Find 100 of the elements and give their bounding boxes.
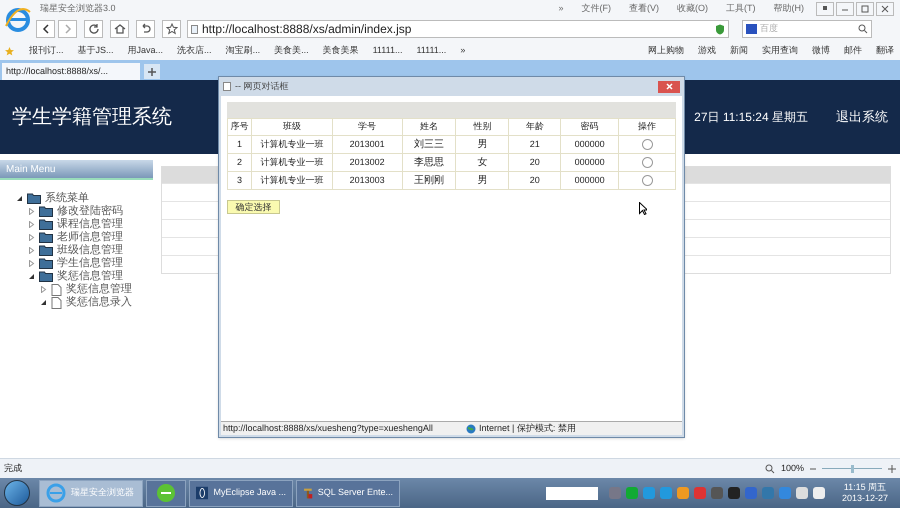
table-cell: 2 [228, 154, 252, 172]
tree-item[interactable]: 课程信息管理 [57, 219, 123, 230]
table-cell: 20 [508, 154, 561, 172]
close-icon[interactable] [876, 2, 894, 16]
folder-icon [39, 206, 53, 217]
table-cell: 刘三三 [402, 136, 456, 154]
new-tab-icon[interactable] [144, 64, 160, 79]
tree-item[interactable]: 班级信息管理 [57, 245, 123, 256]
tree-item[interactable]: 修改登陆密码 [57, 206, 123, 217]
bookmark-link[interactable]: » [460, 44, 466, 58]
back-icon[interactable] [36, 20, 55, 38]
radio-button[interactable] [642, 156, 653, 168]
page-icon [191, 24, 198, 34]
expanded-arrow-icon[interactable] [16, 195, 23, 202]
bookmark-link[interactable]: 游戏 [698, 44, 716, 58]
bookmark-link[interactable]: 报刊订... [29, 44, 64, 58]
menu-item[interactable]: 文件(F) [582, 2, 611, 16]
browser-icon [46, 483, 66, 503]
menu-item[interactable]: » [558, 2, 564, 16]
menu-item[interactable]: 查看(V) [629, 2, 659, 16]
status-url: http://localhost:8888/xs/xuesheng?type=xueshengAll [222, 422, 434, 435]
zoom-level[interactable]: 100% [780, 462, 804, 476]
menu-title: Main Menu [6, 162, 56, 176]
folder-icon [39, 245, 53, 256]
menu-item[interactable]: 帮助(H) [774, 2, 804, 16]
maximize-icon[interactable] [856, 2, 874, 16]
radio-button[interactable] [642, 174, 653, 186]
security-zone: Internet | 保护模式: 禁用 [479, 422, 576, 435]
table-cell: 男 [456, 172, 509, 190]
tree-item[interactable]: 奖惩信息管理 [66, 284, 132, 295]
bookmark-link[interactable]: 微博 [812, 44, 830, 58]
table-cell: 1 [228, 136, 252, 154]
pin-icon[interactable] [816, 2, 834, 16]
logout-link[interactable]: 退出系统 [836, 107, 888, 127]
tree-item[interactable]: 系统菜单 [45, 193, 89, 204]
collapsed-arrow-icon[interactable] [28, 221, 35, 228]
close-button[interactable] [658, 80, 680, 92]
expanded-arrow-icon[interactable] [28, 273, 35, 280]
tray-search-field[interactable] [546, 486, 598, 500]
column-header: 操作 [618, 118, 676, 136]
date-time: 27日 11:15:24 星期五 [694, 109, 808, 126]
zoom-in-icon[interactable] [888, 464, 896, 472]
tree-item[interactable]: 奖惩信息管理 [57, 271, 123, 282]
folder-icon [39, 219, 53, 230]
bookmark-link[interactable]: 美食美果 [322, 44, 359, 58]
search-icon [858, 24, 868, 34]
slider-thumb[interactable] [851, 464, 854, 472]
collapsed-arrow-icon[interactable] [28, 234, 35, 241]
bookmark-link[interactable]: 淘宝刷... [226, 44, 260, 58]
table-cell: 男 [456, 136, 509, 154]
address-field[interactable]: http://localhost:8888/xs/admin/index.jsp [187, 20, 729, 38]
zoom-icon [764, 464, 775, 474]
confirm-button[interactable]: 确定选择 [227, 200, 280, 214]
bookmark-link[interactable]: 基于JS... [78, 44, 114, 58]
window-title: 瑞星安全浏览器3.0 [40, 2, 116, 16]
expanded-arrow-icon[interactable] [40, 299, 47, 306]
column-header: 学号 [332, 118, 402, 136]
browser-tab[interactable]: http://localhost:8888/xs/... [2, 63, 140, 80]
start-button[interactable] [4, 480, 30, 506]
table-cell: 王刚刚 [402, 172, 456, 190]
home-icon[interactable] [110, 20, 129, 38]
bookmark-link[interactable]: 实用查询 [762, 44, 798, 58]
table-cell: 000000 [560, 136, 619, 154]
refresh-icon[interactable] [84, 20, 103, 38]
bookmark-link[interactable]: 洗衣店... [177, 44, 212, 58]
tree-item[interactable]: 奖惩信息录入 [66, 297, 132, 308]
bookmark-link[interactable]: 翻译 [876, 44, 894, 58]
radio-button[interactable] [642, 138, 653, 150]
bookmark-link[interactable]: 邮件 [844, 44, 862, 58]
tree-item[interactable]: 学生信息管理 [57, 258, 123, 269]
menu-item[interactable]: 收藏(O) [677, 2, 708, 16]
zoom-slider[interactable] [822, 464, 882, 472]
bookmark-link[interactable]: 用Java... [128, 44, 164, 58]
column-header: 姓名 [402, 118, 456, 136]
taskbar-button[interactable]: MyEclipse Java ... [189, 480, 293, 506]
column-header: 密码 [560, 118, 619, 136]
minimize-icon[interactable] [836, 2, 854, 16]
collapsed-arrow-icon[interactable] [28, 247, 35, 254]
table-cell: 21 [508, 136, 561, 154]
bookmark-link[interactable]: 11111... [416, 44, 446, 58]
table-cell: 计算机专业一班 [251, 136, 332, 154]
column-header: 性别 [456, 118, 509, 136]
collapsed-arrow-icon[interactable] [28, 208, 35, 215]
bookmark-link[interactable]: 美食美... [274, 44, 309, 58]
bookmark-link[interactable]: 网上购物 [648, 44, 684, 58]
table-cell: 2013002 [332, 154, 402, 172]
collapsed-arrow-icon[interactable] [40, 286, 47, 293]
e-logo-icon[interactable] [156, 483, 176, 503]
bookmark-link[interactable]: 11111... [372, 44, 402, 58]
table-cell: 计算机专业一班 [251, 172, 332, 190]
taskbar-button[interactable]: SQL Server Ente... [296, 480, 400, 506]
tree-item[interactable]: 老师信息管理 [57, 232, 123, 243]
menu-item[interactable]: 工具(T) [726, 2, 756, 16]
collapsed-arrow-icon[interactable] [28, 260, 35, 267]
table-cell: 2013001 [332, 136, 402, 154]
bookmark-link[interactable]: 新闻 [730, 44, 748, 58]
undo-icon[interactable] [136, 20, 155, 38]
page-icon [51, 284, 62, 296]
table-cell: 李思思 [402, 154, 456, 172]
page-icon [51, 296, 62, 308]
